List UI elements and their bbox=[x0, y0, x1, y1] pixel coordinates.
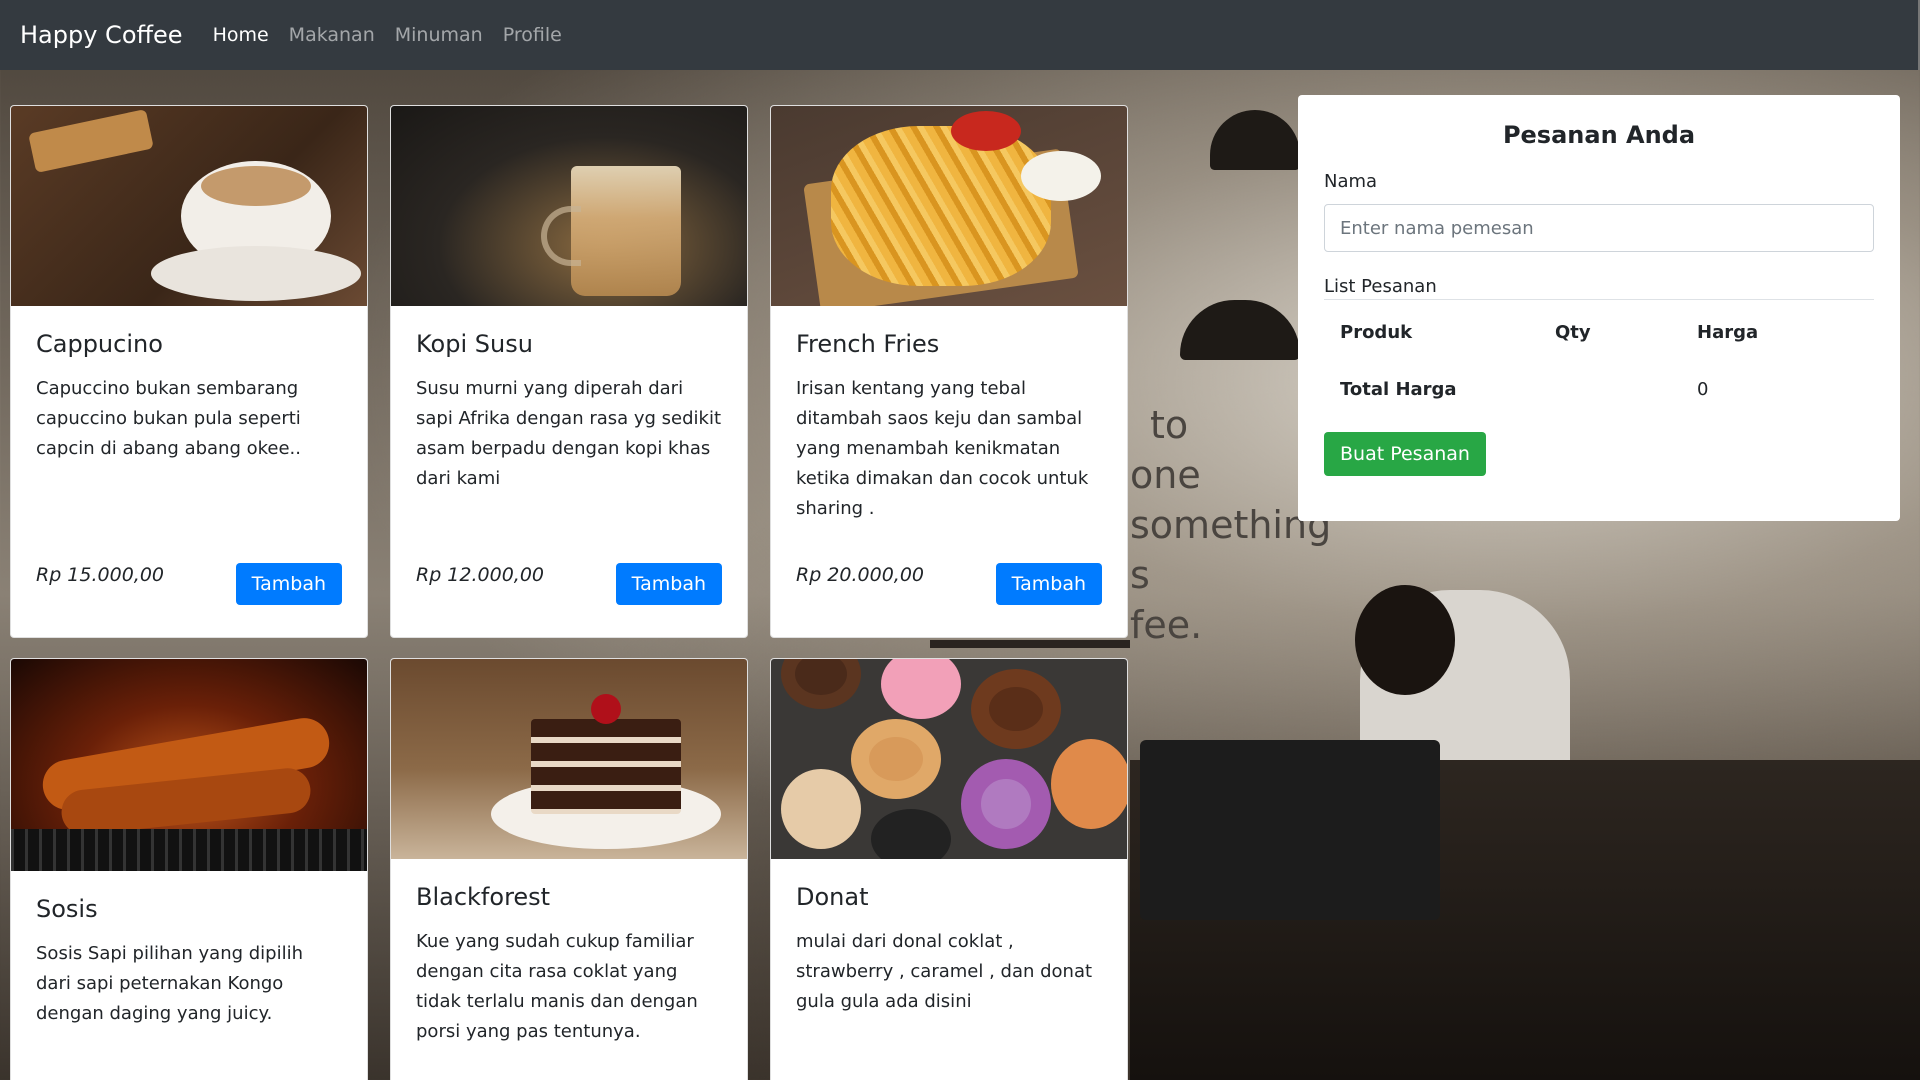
product-card-donat: Donat mulai dari donal coklat , strawber… bbox=[770, 658, 1128, 1080]
nav-link-minuman[interactable]: Minuman bbox=[395, 24, 483, 46]
product-title: Donat bbox=[796, 883, 869, 911]
brand-link[interactable]: Happy Coffee bbox=[20, 21, 183, 49]
french-fries-image bbox=[771, 106, 1127, 306]
order-table-header: Produk Qty Harga bbox=[1324, 308, 1874, 357]
total-row: Total Harga 0 bbox=[1324, 357, 1874, 414]
column-harga: Harga bbox=[1697, 322, 1759, 343]
product-card-sosis: Sosis Sosis Sapi pilihan yang dipilih da… bbox=[10, 658, 368, 1080]
nav-link-home[interactable]: Home bbox=[213, 24, 269, 46]
name-label: Nama bbox=[1324, 171, 1378, 192]
product-description: Irisan kentang yang tebal ditambah saos … bbox=[796, 378, 1089, 519]
order-list-label: List Pesanan bbox=[1324, 276, 1874, 300]
product-title: Kopi Susu bbox=[416, 330, 533, 358]
name-input[interactable] bbox=[1324, 204, 1874, 252]
product-card-blackforest: Blackforest Kue yang sudah cukup familia… bbox=[390, 658, 748, 1080]
add-button[interactable]: Tambah bbox=[235, 563, 342, 605]
background-shelf bbox=[930, 640, 1130, 648]
product-title: Cappucino bbox=[36, 330, 163, 358]
product-price: Rp 15.000,00 bbox=[36, 564, 164, 586]
submit-order-button[interactable]: Buat Pesanan bbox=[1324, 432, 1486, 476]
add-button[interactable]: Tambah bbox=[995, 563, 1102, 605]
product-description: Sosis Sapi pilihan yang dipilih dari sap… bbox=[36, 943, 304, 1024]
kopi-susu-image bbox=[391, 106, 747, 306]
product-price: Rp 20.000,00 bbox=[796, 564, 924, 586]
donat-image bbox=[771, 659, 1127, 859]
sosis-image bbox=[11, 659, 367, 871]
product-card-kopi-susu: Kopi Susu Susu murni yang diperah dari s… bbox=[390, 105, 748, 638]
add-button[interactable]: Tambah bbox=[615, 563, 722, 605]
order-panel: Pesanan Anda Nama List Pesanan Produk Qt… bbox=[1298, 95, 1900, 521]
product-description: Kue yang sudah cukup familiar dengan cit… bbox=[416, 931, 698, 1042]
total-label: Total Harga bbox=[1340, 379, 1457, 400]
cappuccino-image bbox=[11, 106, 367, 306]
background-espresso-machine bbox=[1140, 740, 1440, 920]
product-title: French Fries bbox=[796, 330, 940, 358]
nav-link-profile[interactable]: Profile bbox=[503, 24, 562, 46]
background-lamp bbox=[1210, 110, 1300, 170]
total-value: 0 bbox=[1697, 379, 1709, 400]
product-description: Susu murni yang diperah dari sapi Afrika… bbox=[416, 378, 722, 489]
column-produk: Produk bbox=[1340, 322, 1413, 343]
background-barista-head bbox=[1355, 585, 1455, 695]
product-card-cappucino: Cappucino Capuccino bukan sembarang capu… bbox=[10, 105, 368, 638]
column-qty: Qty bbox=[1555, 322, 1591, 343]
navbar: Happy Coffee Home Makanan Minuman Profil… bbox=[0, 0, 1920, 70]
nav-link-makanan[interactable]: Makanan bbox=[289, 24, 375, 46]
product-title: Blackforest bbox=[416, 883, 551, 911]
product-description: Capuccino bukan sembarang capuccino buka… bbox=[36, 378, 301, 459]
order-panel-title: Pesanan Anda bbox=[1502, 121, 1696, 149]
product-card-french-fries: French Fries Irisan kentang yang tebal d… bbox=[770, 105, 1128, 638]
product-price: Rp 12.000,00 bbox=[416, 564, 544, 586]
product-description: mulai dari donal coklat , strawberry , c… bbox=[796, 931, 1093, 1012]
product-title: Sosis bbox=[36, 895, 98, 923]
order-table: Produk Qty Harga Total Harga 0 bbox=[1324, 308, 1874, 414]
background-lamp bbox=[1180, 300, 1300, 360]
blackforest-image bbox=[391, 659, 747, 859]
